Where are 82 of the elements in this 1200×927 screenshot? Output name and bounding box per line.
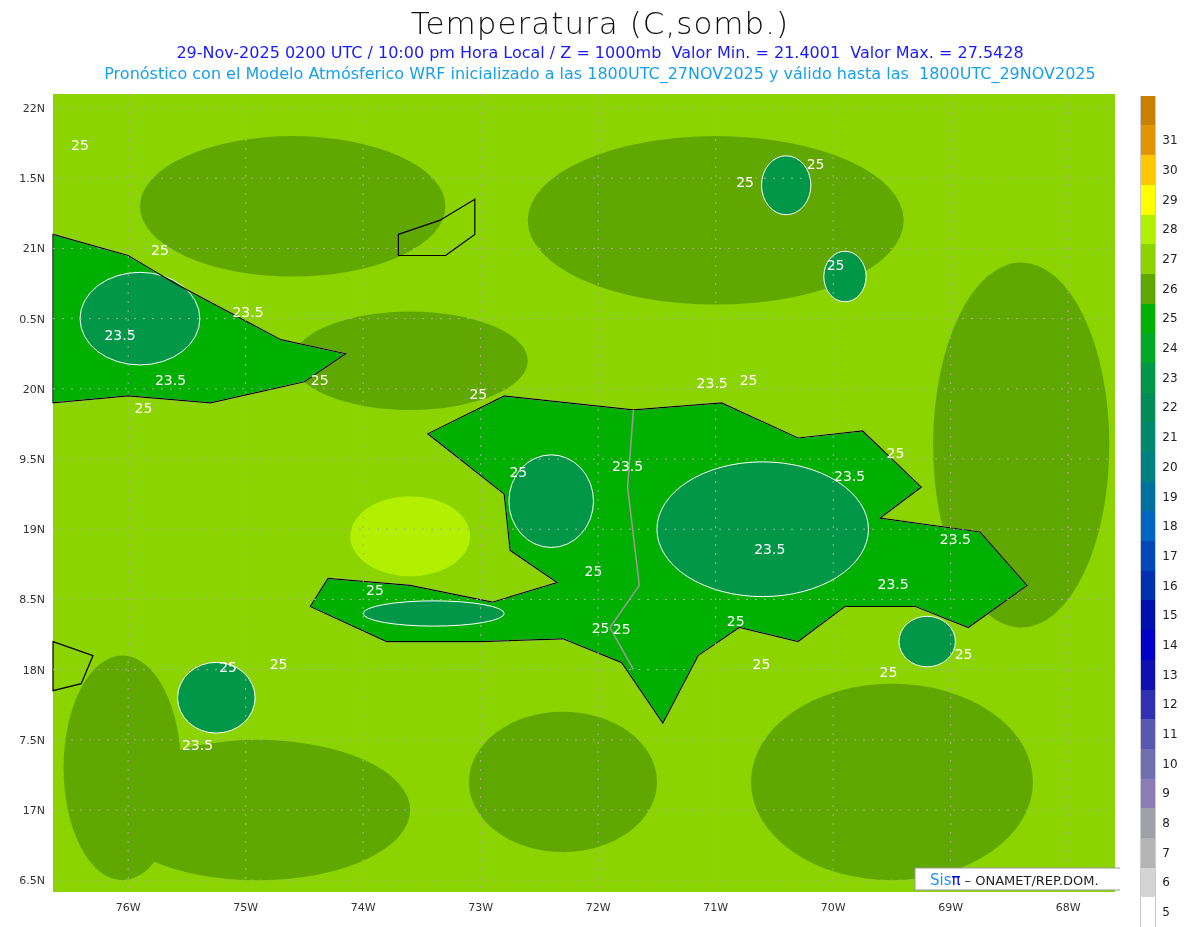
contour-label: 25 bbox=[591, 619, 610, 636]
scale-label: 5 bbox=[1161, 905, 1170, 920]
contour-label: 25 bbox=[71, 136, 89, 153]
contour-label: 23.5 bbox=[754, 540, 786, 557]
contour-label: 23.5 bbox=[939, 530, 971, 547]
contour-label: 25 bbox=[806, 155, 825, 172]
scale-label: 26 bbox=[1161, 281, 1178, 296]
scale-label: 21 bbox=[1161, 430, 1178, 445]
longitude-label: 71W bbox=[703, 900, 729, 914]
scale-label: 24 bbox=[1161, 341, 1178, 356]
contour-label: 25 bbox=[469, 386, 488, 403]
scale-label: 29 bbox=[1161, 192, 1178, 207]
latitude-label: 18N bbox=[22, 663, 45, 677]
latitude-label: 20N bbox=[22, 382, 45, 396]
contour-label: 23.5 bbox=[232, 303, 264, 320]
contour-label: 25 bbox=[134, 400, 153, 417]
latitude-label: 19N bbox=[22, 523, 45, 536]
scale-label: 27 bbox=[1161, 252, 1178, 267]
contour-label: 23.5 bbox=[181, 737, 214, 754]
scale-label: 19 bbox=[1161, 489, 1178, 504]
contour-label: 23.5 bbox=[834, 467, 866, 484]
contour-label: 23.5 bbox=[154, 372, 187, 389]
contour-label: 25 bbox=[826, 257, 845, 274]
scale-label: 18 bbox=[1161, 519, 1178, 534]
scale-label: 22 bbox=[1161, 400, 1178, 415]
scale-label: 25 bbox=[1161, 311, 1178, 326]
scale-label: 12 bbox=[1161, 697, 1178, 712]
scale-label: 9 bbox=[1161, 786, 1170, 801]
contour-label: 23.5 bbox=[104, 327, 136, 344]
scale-label: 11 bbox=[1161, 727, 1178, 742]
latitude-label: 6.5N bbox=[19, 874, 45, 887]
credit-text: Sisπ – ONAMET/REP.DOM. bbox=[930, 870, 1099, 889]
latitude-label: 21N bbox=[22, 242, 45, 256]
contour-label: 25 bbox=[954, 645, 973, 662]
scale-label: 6 bbox=[1161, 875, 1170, 890]
contour-label: 25 bbox=[739, 372, 758, 389]
latitude-label: 7.5N bbox=[19, 733, 45, 747]
longitude-label: 74W bbox=[350, 900, 376, 914]
contour-label: 23.5 bbox=[877, 575, 909, 592]
contour-label: 25 bbox=[736, 174, 754, 191]
contour-label: 25 bbox=[584, 563, 603, 580]
longitude-label: 72W bbox=[585, 900, 611, 914]
scale-label: 10 bbox=[1161, 756, 1178, 771]
longitude-label: 76W bbox=[115, 900, 141, 914]
scale-label: 23 bbox=[1161, 370, 1178, 385]
scale-label: 13 bbox=[1161, 667, 1178, 682]
latitude-label: 22N bbox=[22, 101, 45, 115]
valid-time-text: 29-Nov-2025 0200 UTC / 10:00 pm Hora Local / Z = 1000mb Valor Min. = 21.4001 Valor Max. = 27.5428 bbox=[176, 42, 1024, 63]
contour-label: 25 bbox=[879, 664, 898, 681]
forecast-note: Pronóstico con el Modelo Atmósferico WRF inicializado a las 1800UTC_27NOV2025 y válido hasta las 1800UTC_29NOV2025 bbox=[104, 63, 1096, 84]
longitude-label: 75W bbox=[233, 900, 259, 914]
contour-label: 25 bbox=[310, 372, 329, 389]
latitude-label: 9.5N bbox=[19, 452, 45, 466]
contour-label: 25 bbox=[509, 463, 528, 480]
contour-label: 25 bbox=[726, 612, 745, 629]
longitude-label: 73W bbox=[468, 900, 494, 914]
longitude-label: 69W bbox=[938, 900, 964, 914]
contour-label: 25 bbox=[151, 241, 169, 258]
scale-label: 28 bbox=[1161, 222, 1178, 237]
contour-label: 23.5 bbox=[696, 374, 728, 391]
latitude-label: 1.5N bbox=[19, 172, 45, 185]
scale-label: 17 bbox=[1161, 548, 1178, 563]
scale-label: 16 bbox=[1161, 578, 1178, 593]
scale-label: 20 bbox=[1161, 459, 1178, 474]
contour-label: 23.5 bbox=[612, 457, 644, 474]
scale-label: 30 bbox=[1161, 162, 1178, 177]
scale-label: 8 bbox=[1161, 816, 1170, 831]
latitude-label: 8.5N bbox=[19, 593, 45, 607]
longitude-label: 68W bbox=[1055, 900, 1081, 914]
map-title: Temperatura (C,somb.) bbox=[410, 4, 790, 42]
contour-label: 25 bbox=[612, 620, 631, 637]
scale-label: 7 bbox=[1161, 845, 1170, 860]
latitude-label: 0.5N bbox=[19, 312, 45, 326]
latitude-label: 17N bbox=[22, 803, 45, 817]
contour-label: 25 bbox=[886, 445, 905, 462]
scale-label: 31 bbox=[1161, 133, 1178, 148]
longitude-label: 70W bbox=[820, 900, 846, 914]
contour-label: 25 bbox=[366, 581, 384, 598]
contour-label: 25 bbox=[269, 655, 288, 672]
scale-label: 14 bbox=[1161, 637, 1178, 652]
scale-label: 15 bbox=[1161, 608, 1178, 623]
contour-label: 25 bbox=[752, 655, 771, 672]
